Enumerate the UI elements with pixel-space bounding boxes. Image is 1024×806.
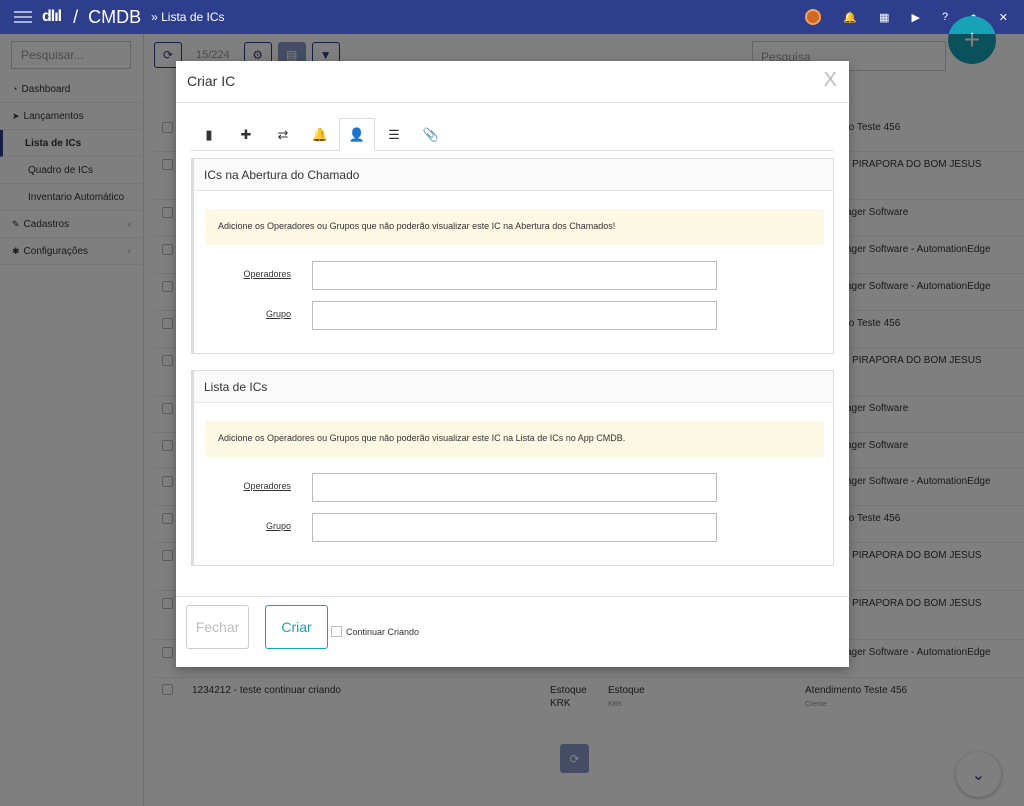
operadores-label[interactable]: Operadores — [243, 269, 291, 279]
modal-title: Criar IC — [187, 73, 236, 89]
title-separator: / — [73, 6, 79, 27]
help-icon[interactable]: ? — [942, 11, 948, 23]
create-ic-modal: Criar IC X ▮ ✚ ⇄ 🔔 👤 ☰ 📎 ICs na Abertura… — [176, 61, 849, 667]
fullscreen-icon[interactable]: ✕ — [999, 11, 1008, 24]
section-title: ICs na Abertura do Chamado — [194, 159, 833, 191]
tab-plus-icon[interactable]: ✚ — [228, 118, 264, 151]
checkbox-box[interactable] — [331, 626, 342, 637]
top-navbar: dlıl / CMDB » Lista de ICs 🔔 ▦ ▶ ? ● ✕ — [0, 0, 1024, 34]
info-alert: Adicione os Operadores ou Grupos que não… — [206, 421, 824, 457]
breadcrumb[interactable]: » Lista de ICs — [151, 10, 224, 24]
modal-tabs: ▮ ✚ ⇄ 🔔 👤 ☰ 📎 — [191, 118, 833, 151]
section-lista-de-ics: Lista de ICs Adicione os Operadores ou G… — [191, 370, 834, 566]
close-icon[interactable]: X — [824, 69, 837, 92]
section-title: Lista de ICs — [194, 371, 833, 403]
operadores-input[interactable] — [312, 473, 717, 502]
grupo-label[interactable]: Grupo — [243, 309, 291, 319]
tab-list-icon[interactable]: ☰ — [376, 118, 412, 151]
tab-retweet-icon[interactable]: ⇄ — [265, 118, 301, 151]
grupo-input[interactable] — [312, 301, 717, 330]
app-name[interactable]: CMDB — [88, 7, 141, 28]
apps-grid-icon[interactable]: ▦ — [879, 11, 889, 24]
tab-user-icon[interactable]: 👤 — [339, 118, 375, 151]
hamburger-menu-icon[interactable] — [8, 3, 38, 31]
tab-paperclip-icon[interactable]: 📎 — [413, 118, 449, 151]
operadores-label[interactable]: Operadores — [243, 481, 291, 491]
info-alert: Adicione os Operadores ou Grupos que não… — [206, 209, 824, 245]
continue-creating-label: Continuar Criando — [346, 626, 420, 637]
app-logo[interactable]: dlıl — [42, 8, 62, 26]
play-icon[interactable]: ▶ — [912, 11, 920, 24]
tab-book-icon[interactable]: ▮ — [191, 118, 227, 151]
operadores-input[interactable] — [312, 261, 717, 290]
grupo-input[interactable] — [312, 513, 717, 542]
section-abertura-chamado: ICs na Abertura do Chamado Adicione os O… — [191, 158, 834, 354]
modal-footer: Fechar Criar Continuar Criando — [176, 596, 849, 667]
close-button[interactable]: Fechar — [186, 605, 249, 649]
tab-bell-icon[interactable]: 🔔 — [302, 118, 338, 151]
grupo-label[interactable]: Grupo — [243, 521, 291, 531]
user-avatar[interactable] — [805, 9, 822, 25]
notification-bell-icon[interactable]: 🔔 — [843, 11, 857, 24]
create-button[interactable]: Criar — [265, 605, 328, 649]
continue-creating-checkbox[interactable]: Continuar Criando — [331, 626, 419, 637]
modal-header: Criar IC X — [176, 61, 849, 103]
